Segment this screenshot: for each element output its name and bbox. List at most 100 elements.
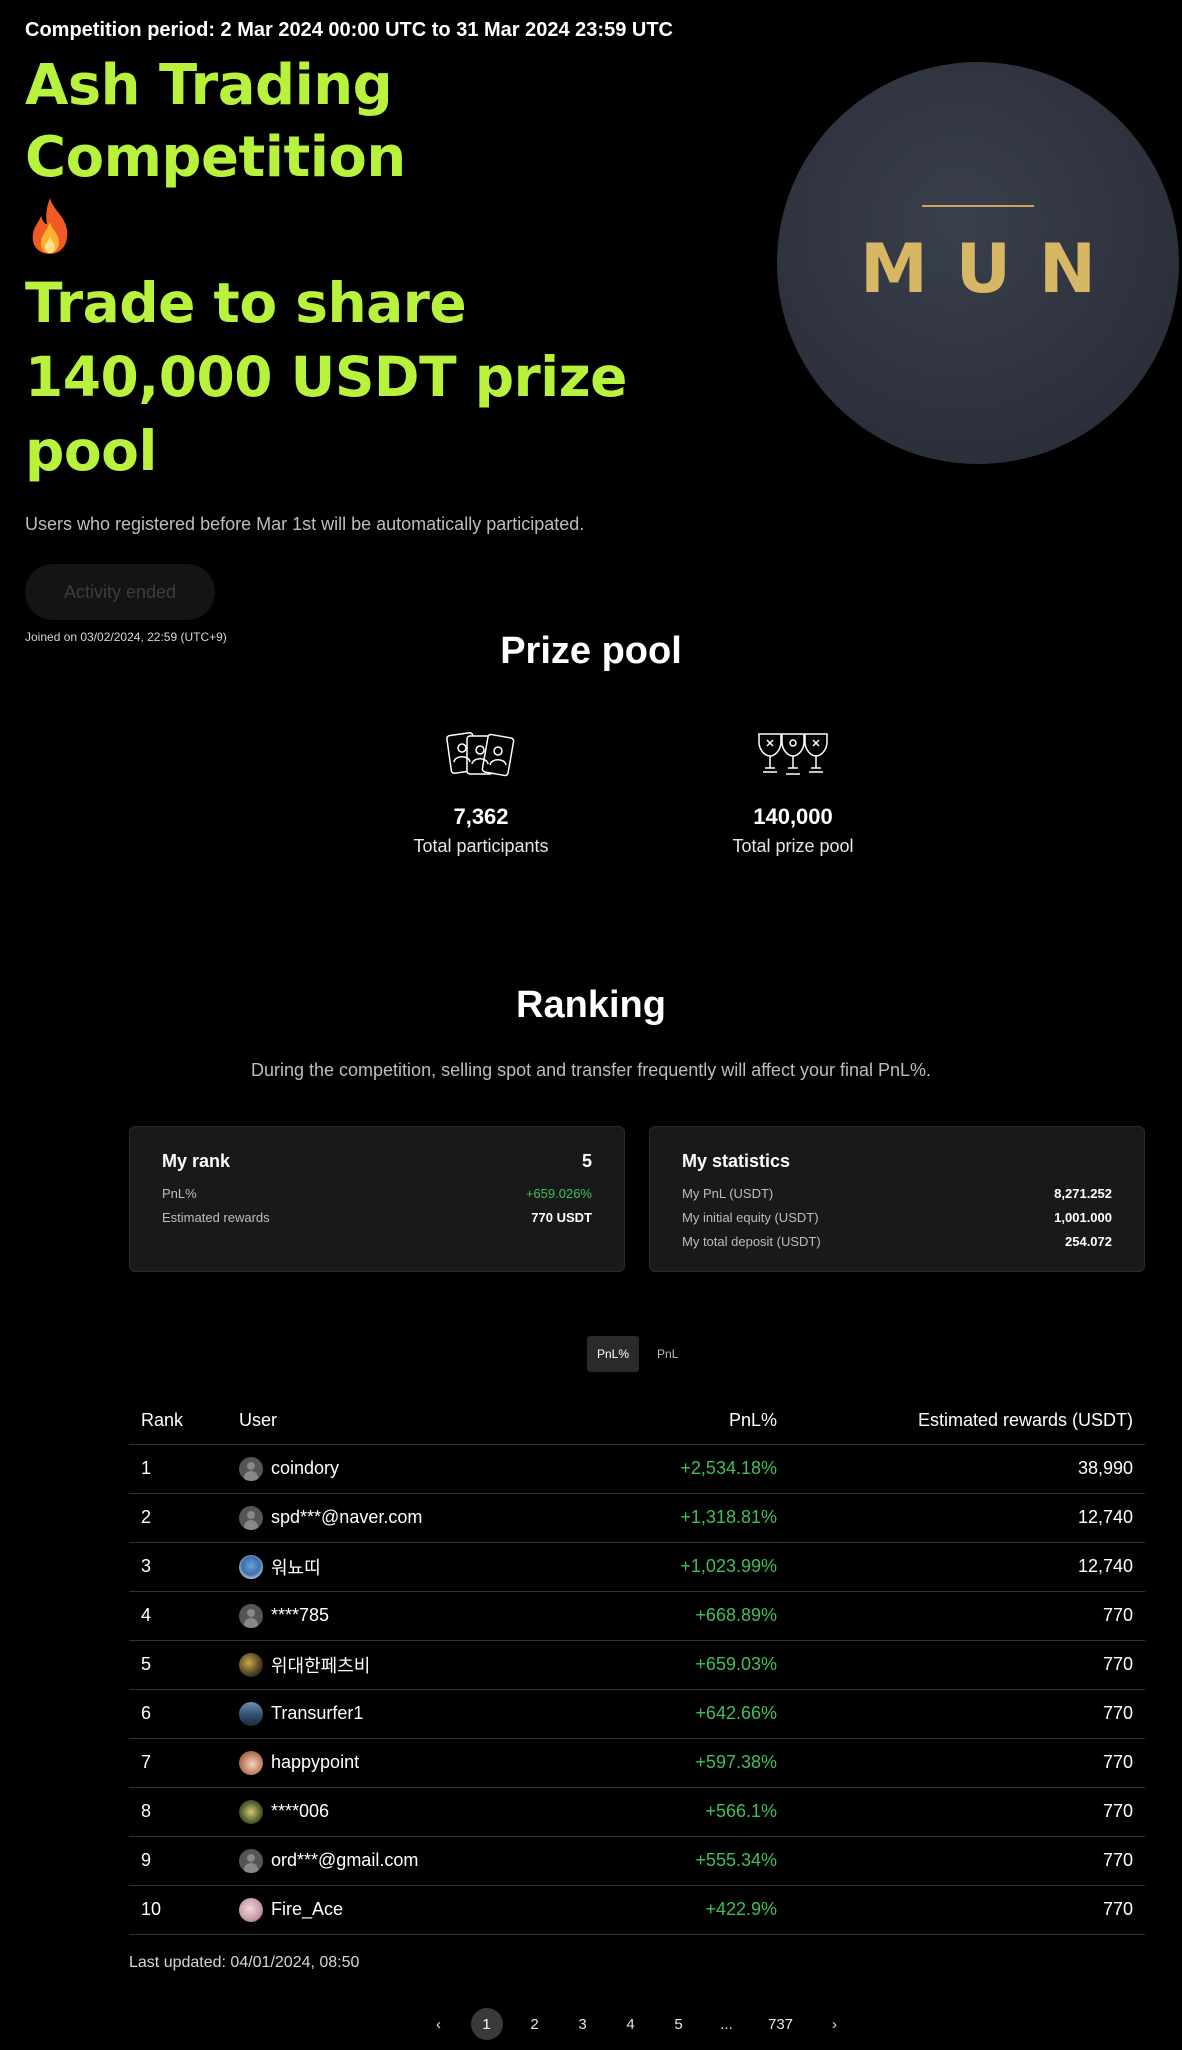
table-row: 3 워뇨띠 +1,023.99% 12,740 bbox=[129, 1542, 1145, 1592]
coin-divider bbox=[922, 205, 1034, 207]
avatar bbox=[239, 1848, 263, 1873]
table-row: 8 ****006 +566.1% 770 bbox=[129, 1787, 1145, 1837]
row-rank: 3 bbox=[129, 1542, 227, 1592]
avatar bbox=[239, 1652, 263, 1677]
avatar bbox=[239, 1701, 263, 1726]
activity-ended-button[interactable]: Activity ended bbox=[25, 564, 215, 620]
ranking-description: During the competition, selling spot and… bbox=[250, 1060, 932, 1080]
row-user: Fire_Ace bbox=[271, 1899, 344, 1919]
row-rank: 7 bbox=[129, 1738, 227, 1788]
row-rank: 9 bbox=[129, 1836, 227, 1886]
row-pnl: +566.1% bbox=[557, 1787, 789, 1837]
registration-note: Users who registered before Mar 1st will… bbox=[25, 514, 585, 534]
my-rank-title: My rank bbox=[162, 1151, 231, 1171]
row-user: ****006 bbox=[271, 1801, 330, 1821]
avatar bbox=[239, 1603, 263, 1628]
row-user: ****785 bbox=[271, 1605, 330, 1625]
estimated-rewards-value: 770 USDT bbox=[531, 1210, 592, 1225]
row-reward: 12,740 bbox=[789, 1542, 1145, 1592]
table-header-row: Rank User PnL% Estimated rewards (USDT) bbox=[129, 1398, 1145, 1445]
page-4[interactable]: 4 bbox=[615, 2008, 647, 2040]
ranking-metric-toggle: PnL% PnL bbox=[587, 1336, 688, 1372]
table-row: 10 Fire_Ace +422.9% 770 bbox=[129, 1885, 1145, 1935]
row-rank: 1 bbox=[129, 1444, 227, 1494]
ranking-table: Rank User PnL% Estimated rewards (USDT) … bbox=[129, 1398, 1145, 1935]
page-title: Ash Trading Competition bbox=[25, 53, 406, 190]
row-reward: 770 bbox=[789, 1787, 1145, 1837]
estimated-rewards-label: Estimated rewards bbox=[162, 1210, 270, 1225]
prize-pool-stat: 140,000 Total prize pool bbox=[683, 728, 903, 857]
row-pnl: +659.03% bbox=[557, 1640, 789, 1690]
page-2[interactable]: 2 bbox=[519, 2008, 551, 2040]
row-reward: 770 bbox=[789, 1885, 1145, 1935]
page-3[interactable]: 3 bbox=[567, 2008, 599, 2040]
row-rank: 2 bbox=[129, 1493, 227, 1543]
table-row: 9 ord***@gmail.com +555.34% 770 bbox=[129, 1836, 1145, 1886]
table-row: 5 위대한페츠비 +659.03% 770 bbox=[129, 1640, 1145, 1690]
participants-stat: 7,362 Total participants bbox=[371, 728, 591, 857]
prize-pool-value: 140,000 bbox=[753, 804, 833, 829]
page-subtitle: Trade to share 140,000 USDT prize pool bbox=[25, 271, 627, 483]
table-row: 7 happypoint +597.38% 770 bbox=[129, 1738, 1145, 1788]
my-pnl-percent-label: PnL% bbox=[162, 1186, 197, 1201]
row-pnl: +1,318.81% bbox=[557, 1493, 789, 1543]
row-reward: 38,990 bbox=[789, 1444, 1145, 1494]
my-pnl-label: My PnL (USDT) bbox=[682, 1186, 774, 1201]
column-rank: Rank bbox=[129, 1398, 227, 1445]
participants-value: 7,362 bbox=[453, 804, 509, 829]
next-page-icon[interactable]: › bbox=[819, 2008, 851, 2040]
row-pnl: +555.34% bbox=[557, 1836, 789, 1886]
row-rank: 6 bbox=[129, 1689, 227, 1739]
page-ellipsis[interactable]: ... bbox=[711, 2008, 743, 2040]
prize-pool-title: Prize pool bbox=[500, 630, 682, 672]
page-1[interactable]: 1 bbox=[470, 2008, 503, 2040]
table-row: 1 coindory +2,534.18% 38,990 bbox=[129, 1444, 1145, 1494]
row-rank: 8 bbox=[129, 1787, 227, 1837]
row-user: coindory bbox=[271, 1458, 340, 1478]
avatar bbox=[239, 1456, 263, 1481]
avatar bbox=[239, 1554, 263, 1579]
row-reward: 12,740 bbox=[789, 1493, 1145, 1543]
toggle-pnl[interactable]: PnL bbox=[647, 1336, 688, 1372]
avatar bbox=[239, 1897, 263, 1922]
my-statistics-card: My statistics My PnL (USDT) 8,271.252 My… bbox=[649, 1126, 1145, 1272]
page-5[interactable]: 5 bbox=[663, 2008, 695, 2040]
row-user: ord***@gmail.com bbox=[271, 1850, 419, 1870]
row-reward: 770 bbox=[789, 1689, 1145, 1739]
my-total-deposit-value: 254.072 bbox=[1065, 1234, 1112, 1249]
row-rank: 5 bbox=[129, 1640, 227, 1690]
trophy-icon bbox=[758, 733, 828, 775]
my-statistics-title: My statistics bbox=[682, 1151, 791, 1171]
my-rank-card: My rank 5 PnL% +659.026% Estimated rewar… bbox=[129, 1126, 625, 1272]
my-initial-equity-label: My initial equity (USDT) bbox=[682, 1210, 819, 1225]
coin-text: MUN bbox=[860, 230, 1124, 309]
column-estimated-rewards: Estimated rewards (USDT) bbox=[789, 1398, 1145, 1445]
row-user: 위대한페츠비 bbox=[271, 1655, 371, 1676]
pagination: ‹ 1 2 3 4 5 ... 737 › bbox=[0, 2008, 1182, 2040]
row-reward: 770 bbox=[789, 1836, 1145, 1886]
prev-page-icon[interactable]: ‹ bbox=[423, 2008, 455, 2040]
page-737[interactable]: 737 bbox=[759, 2008, 803, 2040]
last-updated: Last updated: 04/01/2024, 08:50 bbox=[129, 1954, 360, 1971]
row-user: Transurfer1 bbox=[271, 1703, 364, 1723]
avatar bbox=[239, 1750, 263, 1775]
row-user: 워뇨띠 bbox=[271, 1557, 321, 1578]
table-row: 4 ****785 +668.89% 770 bbox=[129, 1591, 1145, 1641]
competition-period: Competition period: 2 Mar 2024 00:00 UTC… bbox=[25, 19, 673, 41]
fire-icon bbox=[32, 198, 68, 254]
my-pnl-value: 8,271.252 bbox=[1054, 1186, 1112, 1201]
column-user: User bbox=[227, 1398, 557, 1445]
my-initial-equity-value: 1,001.000 bbox=[1054, 1210, 1112, 1225]
table-row: 2 spd***@naver.com +1,318.81% 12,740 bbox=[129, 1493, 1145, 1543]
row-reward: 770 bbox=[789, 1738, 1145, 1788]
prize-pool-label: Total prize pool bbox=[732, 836, 854, 856]
mun-coin-image: MUN bbox=[777, 62, 1179, 464]
my-rank-value: 5 bbox=[581, 1151, 592, 1171]
column-pnl-percent: PnL% bbox=[557, 1398, 789, 1445]
row-reward: 770 bbox=[789, 1591, 1145, 1641]
row-pnl: +2,534.18% bbox=[557, 1444, 789, 1494]
row-pnl: +597.38% bbox=[557, 1738, 789, 1788]
participants-label: Total participants bbox=[413, 836, 549, 856]
toggle-pnl-percent[interactable]: PnL% bbox=[587, 1336, 640, 1372]
row-pnl: +422.9% bbox=[557, 1885, 789, 1935]
